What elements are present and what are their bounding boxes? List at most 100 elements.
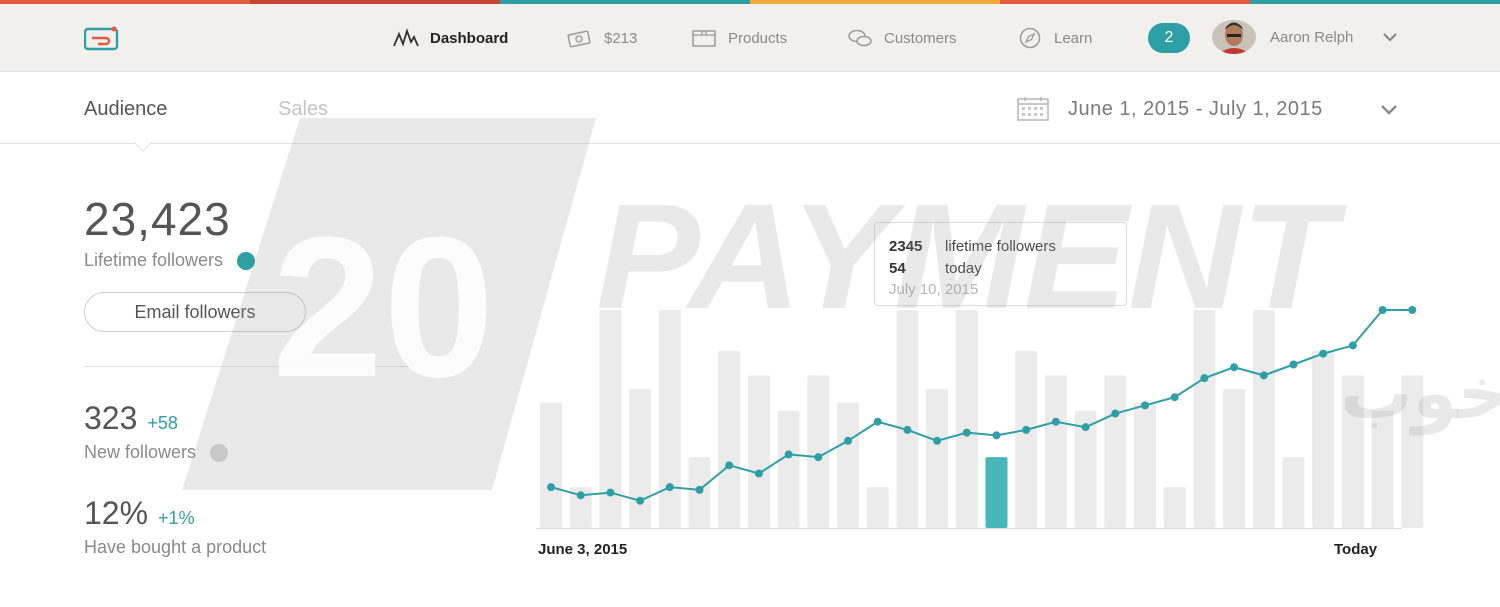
tab-sales[interactable]: Sales <box>278 98 328 121</box>
lifetime-followers-label: Lifetime followers <box>84 250 256 271</box>
chart-bar[interactable] <box>1223 389 1246 528</box>
bought-product-percent: 12% <box>84 495 149 531</box>
trend-point[interactable] <box>873 417 882 426</box>
chevron-down-icon[interactable] <box>1382 32 1398 42</box>
top-navigation-bar: Dashboard $213 Products Customers Learn … <box>0 4 1500 72</box>
trend-point[interactable] <box>1111 409 1120 418</box>
trend-point[interactable] <box>1022 425 1031 434</box>
new-followers-label: New followers <box>84 442 229 463</box>
money-icon <box>566 27 594 49</box>
trend-point[interactable] <box>992 431 1001 440</box>
nav-dashboard[interactable]: Dashboard <box>392 26 508 50</box>
box-icon <box>690 27 718 49</box>
trend-point[interactable] <box>784 450 793 459</box>
email-followers-button[interactable]: Email followers <box>84 292 306 332</box>
trend-point[interactable] <box>1408 306 1417 314</box>
chart-bar[interactable] <box>1163 487 1186 528</box>
chart-bar[interactable] <box>777 410 800 528</box>
app-logo-icon[interactable] <box>84 26 120 52</box>
trend-point[interactable] <box>1141 401 1149 410</box>
chart-bar[interactable] <box>866 487 889 528</box>
trend-point[interactable] <box>903 425 912 434</box>
active-tab-pointer <box>134 142 152 152</box>
user-avatar[interactable] <box>1212 20 1256 54</box>
trend-point[interactable] <box>1170 393 1179 402</box>
nav-dashboard-label: Dashboard <box>430 29 509 47</box>
chart-bar[interactable] <box>955 310 978 528</box>
chart-bar[interactable] <box>896 310 919 528</box>
tooltip-lifetime-label: lifetime followers <box>945 237 1056 255</box>
trend-point[interactable] <box>1259 371 1268 380</box>
compass-icon <box>1016 27 1044 49</box>
chart-bar[interactable] <box>1015 350 1038 528</box>
chart-bar[interactable] <box>1193 310 1216 528</box>
date-range-picker[interactable]: June 1, 2015 - July 1, 2015 <box>1068 98 1323 121</box>
tooltip-today-value: 54 <box>889 259 906 277</box>
trend-point[interactable] <box>636 496 645 505</box>
chart-bar[interactable] <box>1371 410 1394 528</box>
chart-bar[interactable] <box>747 375 770 528</box>
nav-balance-label: $213 <box>604 29 638 47</box>
chart-bar[interactable] <box>837 402 859 528</box>
trend-point[interactable] <box>844 436 852 445</box>
chart-bar[interactable] <box>807 375 830 528</box>
nav-products-label: Products <box>728 29 788 47</box>
chart-bar[interactable] <box>1282 457 1305 528</box>
chart-bar[interactable] <box>718 350 741 528</box>
date-range-chevron-icon[interactable] <box>1380 104 1398 115</box>
notification-badge[interactable]: 2 <box>1148 23 1190 53</box>
nav-learn[interactable]: Learn <box>1016 26 1092 50</box>
trend-point[interactable] <box>695 485 704 494</box>
stats-divider <box>84 366 410 367</box>
trend-point[interactable] <box>1289 360 1298 369</box>
new-followers-legend-dot <box>210 443 229 462</box>
trend-point[interactable] <box>933 436 942 445</box>
calendar-icon[interactable] <box>1016 96 1050 122</box>
chart-bar[interactable] <box>926 389 949 528</box>
pulse-icon <box>392 27 420 49</box>
chart-bar[interactable] <box>1341 375 1364 528</box>
nav-customers[interactable]: Customers <box>846 26 957 50</box>
chart-bar[interactable] <box>1104 375 1127 528</box>
user-name[interactable]: Aaron Relph <box>1270 29 1353 46</box>
chart-bar[interactable] <box>1312 350 1335 528</box>
lifetime-followers-count: 23,423 <box>84 193 231 245</box>
trend-point[interactable] <box>1378 306 1387 314</box>
chart-bar-highlighted[interactable] <box>985 457 1008 528</box>
new-followers-text: New followers <box>84 442 197 462</box>
tooltip-date: July 10, 2015 <box>889 281 979 298</box>
chart-bar[interactable] <box>658 310 681 528</box>
chart-bar[interactable] <box>1401 375 1424 528</box>
trend-point[interactable] <box>1051 417 1060 426</box>
bought-product-label: Have bought a product <box>84 537 267 557</box>
trend-point[interactable] <box>962 428 971 437</box>
trend-point[interactable] <box>547 483 555 492</box>
trend-point[interactable] <box>1081 423 1090 432</box>
trend-point[interactable] <box>606 488 615 497</box>
tooltip-lifetime-row: 2345 lifetime followers <box>889 235 1112 257</box>
chat-bubbles-icon <box>846 27 874 49</box>
trend-point[interactable] <box>1348 341 1357 350</box>
chart-bar[interactable] <box>540 402 562 528</box>
trend-point[interactable] <box>1230 363 1239 372</box>
chart-bar[interactable] <box>1252 310 1275 528</box>
tab-audience[interactable]: Audience <box>84 98 167 121</box>
lifetime-followers-text: Lifetime followers <box>84 250 224 270</box>
lifetime-legend-dot <box>237 251 256 270</box>
tooltip-lifetime-value: 2345 <box>889 237 923 255</box>
tooltip-today-row: 54 today <box>889 257 1112 279</box>
nav-balance[interactable]: $213 <box>566 26 637 50</box>
trend-point[interactable] <box>576 491 585 500</box>
chart-bar[interactable] <box>1134 402 1156 528</box>
trend-point[interactable] <box>1319 349 1328 358</box>
nav-learn-label: Learn <box>1054 29 1093 47</box>
trend-point[interactable] <box>754 469 763 478</box>
trend-point[interactable] <box>725 461 734 470</box>
chart-bar[interactable] <box>1044 375 1067 528</box>
trend-point[interactable] <box>665 483 674 492</box>
chart-tooltip: 2345 lifetime followers 54 today July 10… <box>874 222 1127 306</box>
nav-products[interactable]: Products <box>690 26 787 50</box>
trend-point[interactable] <box>814 453 823 462</box>
chart-bar[interactable] <box>629 389 652 528</box>
trend-point[interactable] <box>1200 374 1209 383</box>
